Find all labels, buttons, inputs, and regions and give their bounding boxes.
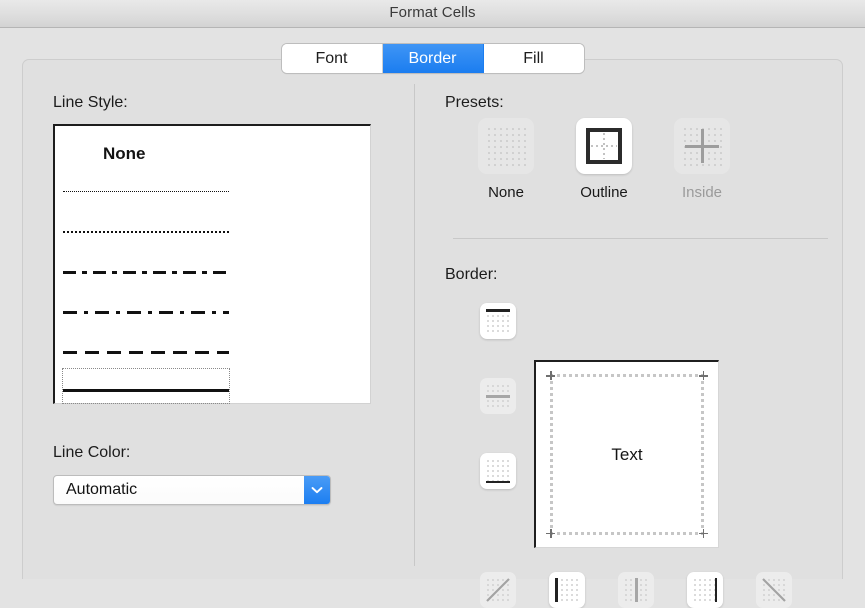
tab-font[interactable]: Font xyxy=(281,44,383,73)
line-style-option-dashed[interactable] xyxy=(63,338,229,366)
border-label: Border: xyxy=(445,266,498,283)
presets-group: None Outline Inside xyxy=(475,118,733,201)
line-color-dropdown[interactable]: Automatic xyxy=(53,475,331,505)
border-bottom-button[interactable] xyxy=(480,453,516,489)
segmented-control: Font Border Fill xyxy=(281,44,584,73)
preset-none-icon xyxy=(486,126,526,166)
border-bottom-icon xyxy=(486,459,510,483)
border-middle-horizontal-icon xyxy=(486,384,510,408)
line-color-label: Line Color: xyxy=(53,444,131,461)
border-top-button[interactable] xyxy=(480,303,516,339)
preview-tick-bottom-left-v xyxy=(550,529,552,538)
tab-bar: Font Border Fill xyxy=(0,44,865,73)
preview-sample-text: Text xyxy=(611,444,643,464)
border-middle-horizontal-button xyxy=(480,378,516,414)
preset-none-button[interactable] xyxy=(478,118,534,174)
line-preview-dashed xyxy=(63,351,229,354)
preset-outline-icon xyxy=(584,126,624,166)
line-style-option-dash-dot[interactable] xyxy=(63,258,229,286)
vertical-divider xyxy=(414,84,415,566)
preset-none-label: None xyxy=(488,184,524,201)
preview-tick-top-right-v xyxy=(702,371,704,380)
tab-fill[interactable]: Fill xyxy=(483,44,584,73)
tab-border[interactable]: Border xyxy=(382,44,484,73)
border-diagonal-up-button xyxy=(480,572,516,608)
border-right-icon xyxy=(693,578,717,602)
chevron-down-icon[interactable] xyxy=(304,476,330,504)
border-preview-box[interactable]: Text xyxy=(534,360,719,548)
border-left-icon xyxy=(555,578,579,602)
border-top-icon xyxy=(486,309,510,333)
line-style-option-long-dash-dot[interactable] xyxy=(63,298,229,326)
content-panel: Line Style: None Line Color: Automatic P… xyxy=(22,59,843,608)
border-middle-vertical-button xyxy=(618,572,654,608)
format-cells-dialog: Format Cells Line Style: None Line Color… xyxy=(0,0,865,608)
line-style-option-fine-dotted[interactable] xyxy=(63,178,229,206)
border-diagonal-down-button xyxy=(756,572,792,608)
horizontal-divider xyxy=(453,238,828,239)
line-style-none-label[interactable]: None xyxy=(103,144,146,164)
line-preview-dotted xyxy=(63,231,229,233)
preset-inside-button xyxy=(674,118,730,174)
line-style-label: Line Style: xyxy=(53,94,128,111)
title-bar: Format Cells xyxy=(0,0,865,28)
presets-label: Presets: xyxy=(445,94,504,111)
preset-inside-icon xyxy=(682,126,722,166)
border-side-buttons-group xyxy=(480,303,516,528)
preset-outline-label: Outline xyxy=(580,184,628,201)
window-title: Format Cells xyxy=(389,4,476,21)
preview-tick-bottom-right-v xyxy=(702,529,704,538)
preview-tick-top-left-v xyxy=(550,371,552,380)
line-style-option-dotted[interactable] xyxy=(63,218,229,246)
line-style-listbox[interactable]: None xyxy=(53,124,371,404)
line-preview-long-dash-dot xyxy=(63,311,229,314)
line-color-value: Automatic xyxy=(66,481,138,498)
preset-none[interactable]: None xyxy=(475,118,537,201)
preset-outline-button[interactable] xyxy=(576,118,632,174)
border-right-button[interactable] xyxy=(687,572,723,608)
border-diagonal-up-icon xyxy=(486,578,510,602)
border-bottom-buttons-group xyxy=(480,572,792,608)
line-style-option-solid-selected[interactable] xyxy=(62,368,230,404)
line-preview-solid xyxy=(63,389,229,392)
border-left-button[interactable] xyxy=(549,572,585,608)
line-preview-dash-dot xyxy=(63,271,229,274)
preset-inside-label: Inside xyxy=(681,184,723,201)
border-diagonal-down-icon xyxy=(762,578,786,602)
preset-inside: Inside xyxy=(671,118,733,201)
line-preview-fine-dotted xyxy=(63,191,229,192)
preset-outline[interactable]: Outline xyxy=(573,118,635,201)
border-middle-vertical-icon xyxy=(624,578,648,602)
